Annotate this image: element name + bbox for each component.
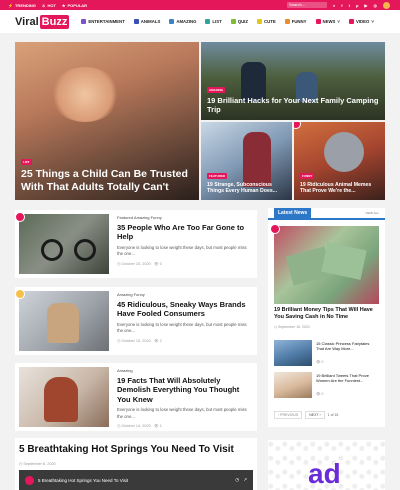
search-icon[interactable]: ⌕ [333, 3, 335, 8]
hero-top-right[interactable]: AMAZING 19 Brilliant Hacks for Your Next… [201, 42, 385, 120]
site-logo[interactable]: Viral Buzz [15, 14, 70, 29]
facebook-icon[interactable]: f [341, 3, 342, 8]
post-tags[interactable]: Featured Amazing Funny [117, 215, 252, 220]
featured-news-date: ◷ September 16, 2020 [274, 325, 310, 329]
header: Viral Buzz ENTERTAINMENT ANIMALS AMAZING … [0, 10, 400, 33]
prev-button[interactable]: ‹ PREVIOUS [274, 411, 303, 419]
menu-item-amazing[interactable]: AMAZING [169, 19, 196, 24]
news-item[interactable]: 19 Brilliant Tweets That Prove Women Are… [274, 372, 379, 400]
menu-item-list[interactable]: LIST [205, 19, 222, 24]
post-title[interactable]: 19 Facts That Will Absolutely Demolish E… [117, 376, 252, 404]
nav-hot[interactable]: ♨ HOT [42, 3, 56, 8]
featured-news-image[interactable] [274, 226, 379, 304]
menu-item-cute[interactable]: CUTE [257, 19, 276, 24]
hero-bottom-mid[interactable]: FEATURED 19 Strange, Subconscious Things… [201, 122, 292, 200]
channel-avatar [25, 475, 34, 485]
post-thumbnail[interactable] [19, 214, 109, 274]
trending-badge-icon [270, 224, 280, 234]
tag-amazing[interactable]: AMAZING [207, 86, 225, 93]
video-post-date: ◷ September 8, 2020 [19, 462, 56, 466]
post-tags[interactable]: Amazing [117, 368, 252, 373]
post-meta: ◷ October 14, 2020 👁 1 [117, 424, 162, 428]
news-item-title[interactable]: 15 Classic Princess Fairytales That Are … [316, 341, 378, 351]
hero-main-title[interactable]: 25 Things a Child Can Be Trusted With Th… [21, 168, 193, 195]
widget-title: Latest News [274, 208, 312, 218]
instagram-icon[interactable]: ◎ [374, 3, 378, 8]
tag-list[interactable]: LIST [21, 158, 32, 165]
menu-item-funny[interactable]: FUNNY [284, 19, 307, 24]
watch-later-icon[interactable]: ◷ [235, 477, 239, 483]
youtube-icon[interactable]: ▶ [364, 3, 367, 8]
news-thumbnail[interactable] [274, 340, 312, 366]
nav-popular[interactable]: ★ POPULAR [62, 3, 87, 8]
video-post-card: 5 Breathtaking Hot Springs You Need To V… [15, 438, 257, 490]
hero-grid: LIST 25 Things a Child Can Be Trusted Wi… [15, 42, 385, 200]
search-input[interactable]: Search... [287, 2, 328, 8]
menu-item-video[interactable]: VIDEO ˅ [348, 19, 374, 24]
post-title[interactable]: 35 People Who Are Too Far Gone to Help [117, 223, 252, 242]
trending-badge-icon [15, 212, 25, 222]
menu-item-news[interactable]: NEWS ˅ [315, 19, 340, 24]
trending-badge-icon [294, 122, 301, 129]
post-meta: ◷ October 15, 2020 👁 2 [117, 338, 162, 343]
share-icon[interactable]: ↗ [243, 477, 247, 483]
post-excerpt: Everyone is looking to lose weight these… [117, 407, 247, 419]
ad-banner[interactable]: ad [268, 440, 385, 490]
user-avatar[interactable] [383, 1, 390, 9]
news-thumbnail[interactable] [274, 372, 312, 398]
post-title[interactable]: 45 Ridiculous, Sneaky Ways Brands Have F… [117, 300, 252, 319]
post-card: Amazing Funny 45 Ridiculous, Sneaky Ways… [15, 287, 257, 355]
laughing-emoji-icon [15, 289, 25, 299]
twitter-icon[interactable]: t [349, 3, 350, 8]
ad-label: ad [308, 458, 341, 489]
next-button[interactable]: NEXT › [305, 411, 325, 419]
view-all-link[interactable]: VIEW ALL [365, 211, 379, 215]
post-meta: ◷ October 15, 2020 👁 0 [117, 261, 162, 266]
video-embed[interactable]: 5 Breathtaking Hot Springs You Need To V… [19, 470, 253, 490]
post-tags[interactable]: Amazing Funny [117, 292, 252, 297]
nav-trending[interactable]: ⚡ TRENDING [8, 3, 36, 8]
pagination: ‹ PREVIOUS NEXT › 1 of 15 [274, 411, 338, 419]
pinterest-icon[interactable]: p [356, 3, 358, 8]
menu-item-animals[interactable]: ANIMALS [133, 19, 160, 24]
post-excerpt: Everyone is looking to lose weight these… [117, 244, 247, 257]
news-item[interactable]: 15 Classic Princess Fairytales That Are … [274, 340, 379, 368]
hero-bottom-right[interactable]: FUNNY 19 Ridiculous Animal Memes That Pr… [294, 122, 385, 200]
hero-bottom-mid-title[interactable]: 19 Strange, Subconscious Things Every Hu… [207, 182, 286, 196]
main-menu: ENTERTAINMENT ANIMALS AMAZING LIST QUIZ … [81, 19, 374, 24]
post-card: Amazing 19 Facts That Will Absolutely De… [15, 363, 257, 431]
hero-main[interactable]: LIST 25 Things a Child Can Be Trusted Wi… [15, 42, 199, 200]
menu-item-quiz[interactable]: QUIZ [230, 19, 248, 24]
tag-featured[interactable]: FEATURED [207, 172, 228, 179]
top-bar: ⚡ TRENDING ♨ HOT ★ POPULAR Search... ⌕ f t … [0, 0, 400, 10]
post-card: Featured Amazing Funny 35 People Who Are… [15, 210, 257, 278]
news-item-views: 👁 0 [316, 360, 324, 364]
hero-top-right-title[interactable]: 19 Brilliant Hacks for Your Next Family … [207, 96, 379, 116]
tag-funny[interactable]: FUNNY [300, 172, 315, 179]
featured-news-title[interactable]: 19 Brilliant Money Tips That Will Have Y… [274, 307, 379, 321]
news-item-title[interactable]: 19 Brilliant Tweets That Prove Women Are… [316, 373, 378, 383]
menu-item-entertainment[interactable]: ENTERTAINMENT [81, 19, 125, 24]
page-count: 1 of 15 [327, 413, 339, 417]
latest-news-widget: Latest News VIEW ALL 19 Brilliant Money … [268, 208, 385, 427]
hero-bottom-right-title[interactable]: 19 Ridiculous Animal Memes That Prove We… [300, 182, 379, 196]
video-post-title[interactable]: 5 Breathtaking Hot Springs You Need To V… [19, 444, 234, 457]
post-excerpt: Everyone is looking to lose weight these… [117, 321, 247, 334]
post-thumbnail[interactable] [19, 291, 109, 351]
news-item-views: 👁 0 [316, 392, 324, 396]
post-thumbnail[interactable] [19, 367, 109, 427]
